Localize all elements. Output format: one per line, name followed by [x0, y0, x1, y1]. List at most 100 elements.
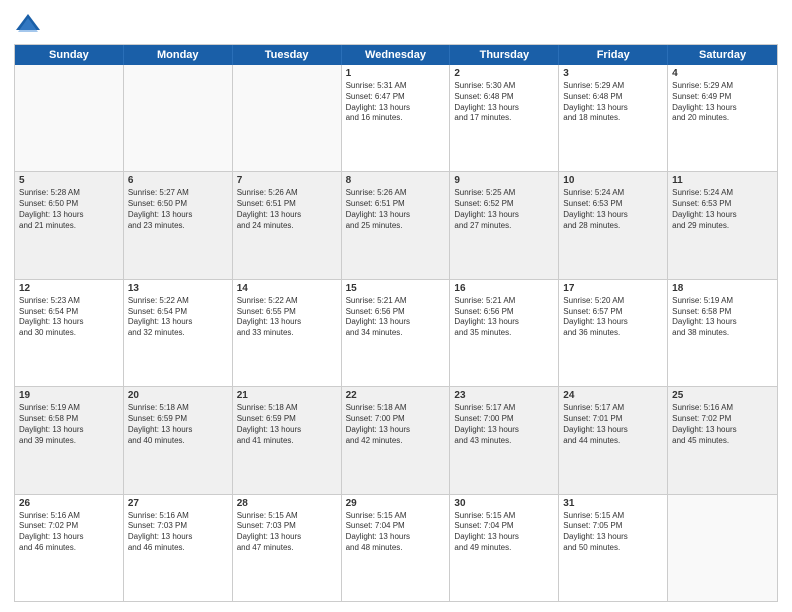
day-number: 2 [454, 68, 554, 79]
cal-cell: 2 Sunrise: 5:30 AM Sunset: 6:48 PM Daylig… [450, 65, 559, 171]
cell-info: Sunrise: 5:24 AM Sunset: 6:53 PM Dayligh… [563, 188, 663, 231]
day-number: 28 [237, 498, 337, 509]
cal-cell: 13Sunrise: 5:22 AM Sunset: 6:54 PM Dayli… [124, 280, 233, 386]
cal-cell: 26Sunrise: 5:16 AM Sunset: 7:02 PM Dayli… [15, 495, 124, 601]
cal-cell: 24 Sunrise: 5:17 AM Sunset: 7:01 PM Dayli… [559, 387, 668, 493]
day-number: 25 [672, 390, 773, 401]
cal-cell: 21 Sunrise: 5:18 AM Sunset: 6:59 PM Dayli… [233, 387, 342, 493]
cal-cell: 18Sunrise: 5:19 AM Sunset: 6:58 PM Dayli… [668, 280, 777, 386]
cal-cell: 6 Sunrise: 5:27 AM Sunset: 6:50 PM Daylig… [124, 172, 233, 278]
day-number: 15 [346, 283, 446, 294]
cal-cell: 12Sunrise: 5:23 AM Sunset: 6:54 PM Dayli… [15, 280, 124, 386]
cell-info: Sunrise: 5:17 AM Sunset: 7:00 PM Dayligh… [454, 403, 554, 446]
cal-cell: 3 Sunrise: 5:29 AM Sunset: 6:48 PM Daylig… [559, 65, 668, 171]
cal-cell: 20 Sunrise: 5:18 AM Sunset: 6:59 PM Dayli… [124, 387, 233, 493]
cal-cell: 27 Sunrise: 5:16 AM Sunset: 7:03 PM Dayli… [124, 495, 233, 601]
cell-info: Sunrise: 5:24 AM Sunset: 6:53 PM Dayligh… [672, 188, 773, 231]
cell-info: Sunrise: 5:29 AM Sunset: 6:49 PM Dayligh… [672, 81, 773, 124]
cal-cell: 15 Sunrise: 5:21 AM Sunset: 6:56 PM Dayli… [342, 280, 451, 386]
day-number: 13 [128, 283, 228, 294]
day-number: 1 [346, 68, 446, 79]
cell-info: Sunrise: 5:19 AM Sunset: 6:58 PM Dayligh… [19, 403, 119, 446]
cell-info: Sunrise: 5:20 AM Sunset: 6:57 PM Dayligh… [563, 296, 663, 339]
cell-info: Sunrise: 5:15 AM Sunset: 7:03 PM Dayligh… [237, 511, 337, 554]
cell-info: Sunrise: 5:15 AM Sunset: 7:04 PM Dayligh… [346, 511, 446, 554]
cal-cell: 23 Sunrise: 5:17 AM Sunset: 7:00 PM Dayli… [450, 387, 559, 493]
cell-info: Sunrise: 5:28 AM Sunset: 6:50 PM Dayligh… [19, 188, 119, 231]
cal-cell: 14Sunrise: 5:22 AM Sunset: 6:55 PM Dayli… [233, 280, 342, 386]
cell-info: Sunrise: 5:15 AM Sunset: 7:05 PM Dayligh… [563, 511, 663, 554]
cal-cell: 5 Sunrise: 5:28 AM Sunset: 6:50 PM Daylig… [15, 172, 124, 278]
cal-week-3: 12Sunrise: 5:23 AM Sunset: 6:54 PM Dayli… [15, 280, 777, 387]
page: SundayMondayTuesdayWednesdayThursdayFrid… [0, 0, 792, 612]
cell-info: Sunrise: 5:22 AM Sunset: 6:55 PM Dayligh… [237, 296, 337, 339]
cal-cell: 29 Sunrise: 5:15 AM Sunset: 7:04 PM Dayli… [342, 495, 451, 601]
logo [14, 10, 46, 38]
cal-cell: 4 Sunrise: 5:29 AM Sunset: 6:49 PM Daylig… [668, 65, 777, 171]
cal-week-4: 19 Sunrise: 5:19 AM Sunset: 6:58 PM Dayli… [15, 387, 777, 494]
cell-info: Sunrise: 5:18 AM Sunset: 7:00 PM Dayligh… [346, 403, 446, 446]
cell-info: Sunrise: 5:29 AM Sunset: 6:48 PM Dayligh… [563, 81, 663, 124]
calendar: SundayMondayTuesdayWednesdayThursdayFrid… [14, 44, 778, 602]
cell-info: Sunrise: 5:31 AM Sunset: 6:47 PM Dayligh… [346, 81, 446, 124]
cell-info: Sunrise: 5:30 AM Sunset: 6:48 PM Dayligh… [454, 81, 554, 124]
cal-cell: 19 Sunrise: 5:19 AM Sunset: 6:58 PM Dayli… [15, 387, 124, 493]
cal-week-1: 1 Sunrise: 5:31 AM Sunset: 6:47 PM Daylig… [15, 65, 777, 172]
cal-week-5: 26Sunrise: 5:16 AM Sunset: 7:02 PM Dayli… [15, 495, 777, 601]
cal-week-2: 5 Sunrise: 5:28 AM Sunset: 6:50 PM Daylig… [15, 172, 777, 279]
calendar-body: 1 Sunrise: 5:31 AM Sunset: 6:47 PM Daylig… [15, 65, 777, 601]
cell-info: Sunrise: 5:23 AM Sunset: 6:54 PM Dayligh… [19, 296, 119, 339]
cal-cell: 17 Sunrise: 5:20 AM Sunset: 6:57 PM Dayli… [559, 280, 668, 386]
day-number: 20 [128, 390, 228, 401]
day-number: 27 [128, 498, 228, 509]
day-number: 30 [454, 498, 554, 509]
day-number: 6 [128, 175, 228, 186]
cal-header-thursday: Thursday [450, 45, 559, 65]
cal-cell [124, 65, 233, 171]
cell-info: Sunrise: 5:26 AM Sunset: 6:51 PM Dayligh… [346, 188, 446, 231]
day-number: 11 [672, 175, 773, 186]
cal-cell: 1 Sunrise: 5:31 AM Sunset: 6:47 PM Daylig… [342, 65, 451, 171]
header [14, 10, 778, 38]
cal-cell: 28 Sunrise: 5:15 AM Sunset: 7:03 PM Dayli… [233, 495, 342, 601]
cal-header-friday: Friday [559, 45, 668, 65]
cal-cell: 11 Sunrise: 5:24 AM Sunset: 6:53 PM Dayli… [668, 172, 777, 278]
cal-cell: 16Sunrise: 5:21 AM Sunset: 6:56 PM Dayli… [450, 280, 559, 386]
cell-info: Sunrise: 5:16 AM Sunset: 7:03 PM Dayligh… [128, 511, 228, 554]
day-number: 8 [346, 175, 446, 186]
cell-info: Sunrise: 5:18 AM Sunset: 6:59 PM Dayligh… [128, 403, 228, 446]
day-number: 5 [19, 175, 119, 186]
cal-header-wednesday: Wednesday [342, 45, 451, 65]
cell-info: Sunrise: 5:17 AM Sunset: 7:01 PM Dayligh… [563, 403, 663, 446]
day-number: 23 [454, 390, 554, 401]
cal-cell: 9Sunrise: 5:25 AM Sunset: 6:52 PM Daylig… [450, 172, 559, 278]
day-number: 4 [672, 68, 773, 79]
day-number: 16 [454, 283, 554, 294]
cal-cell: 10 Sunrise: 5:24 AM Sunset: 6:53 PM Dayli… [559, 172, 668, 278]
cell-info: Sunrise: 5:15 AM Sunset: 7:04 PM Dayligh… [454, 511, 554, 554]
day-number: 10 [563, 175, 663, 186]
cal-header-saturday: Saturday [668, 45, 777, 65]
cell-info: Sunrise: 5:27 AM Sunset: 6:50 PM Dayligh… [128, 188, 228, 231]
cal-cell [668, 495, 777, 601]
cal-cell: 25 Sunrise: 5:16 AM Sunset: 7:02 PM Dayli… [668, 387, 777, 493]
cal-cell: 7 Sunrise: 5:26 AM Sunset: 6:51 PM Daylig… [233, 172, 342, 278]
day-number: 29 [346, 498, 446, 509]
cell-info: Sunrise: 5:16 AM Sunset: 7:02 PM Dayligh… [672, 403, 773, 446]
cell-info: Sunrise: 5:26 AM Sunset: 6:51 PM Dayligh… [237, 188, 337, 231]
cal-header-tuesday: Tuesday [233, 45, 342, 65]
day-number: 17 [563, 283, 663, 294]
logo-icon [14, 10, 42, 38]
day-number: 18 [672, 283, 773, 294]
cell-info: Sunrise: 5:21 AM Sunset: 6:56 PM Dayligh… [346, 296, 446, 339]
day-number: 31 [563, 498, 663, 509]
day-number: 24 [563, 390, 663, 401]
cal-cell: 22Sunrise: 5:18 AM Sunset: 7:00 PM Dayli… [342, 387, 451, 493]
cell-info: Sunrise: 5:18 AM Sunset: 6:59 PM Dayligh… [237, 403, 337, 446]
day-number: 19 [19, 390, 119, 401]
day-number: 7 [237, 175, 337, 186]
day-number: 3 [563, 68, 663, 79]
cal-cell: 8 Sunrise: 5:26 AM Sunset: 6:51 PM Daylig… [342, 172, 451, 278]
day-number: 21 [237, 390, 337, 401]
cal-cell: 31 Sunrise: 5:15 AM Sunset: 7:05 PM Dayli… [559, 495, 668, 601]
